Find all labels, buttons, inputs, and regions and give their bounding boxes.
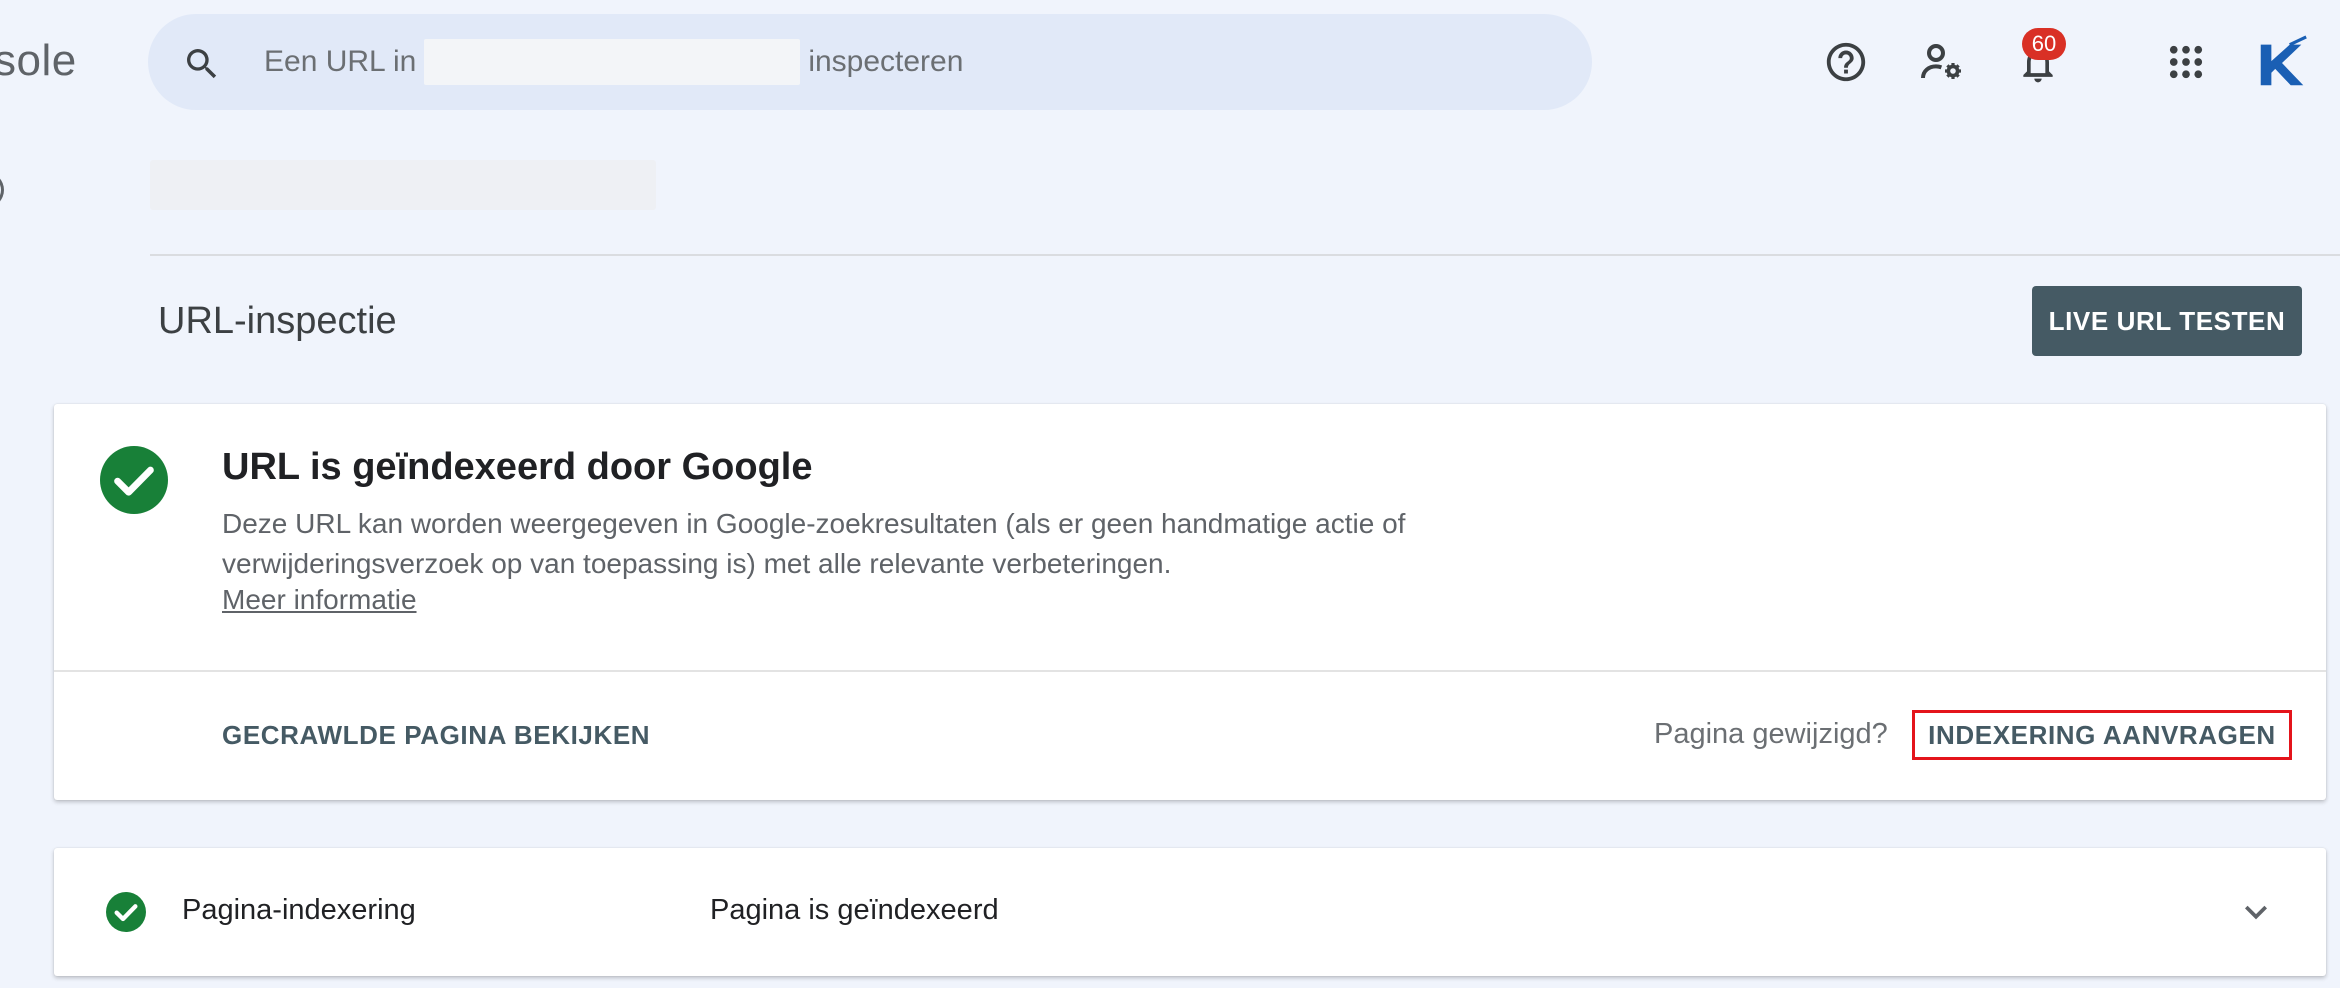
live-url-test-button[interactable]: LIVE URL TESTEN	[2032, 286, 2302, 356]
brand-title-fragment: sole	[0, 36, 77, 85]
page-title: URL-inspectie	[158, 300, 397, 342]
notification-count-badge: 60	[2022, 28, 2066, 60]
index-status-title: URL is geïndexeerd door Google	[222, 446, 813, 488]
view-crawled-page-button[interactable]: GECRAWLDE PAGINA BEKIJKEN	[222, 720, 650, 751]
check-circle-icon	[100, 446, 168, 514]
index-status-description: Deze URL kan worden weergegeven in Googl…	[222, 508, 1406, 579]
card-divider	[54, 670, 2326, 672]
page-indexing-row[interactable]: Pagina-indexering Pagina is geïndexeerd	[54, 848, 2326, 976]
header-divider	[150, 254, 2340, 256]
sidebar-toggle-fragment[interactable]	[0, 172, 4, 208]
url-inspect-search-bar[interactable]: Een URL in inspecteren	[148, 14, 1592, 110]
check-circle-icon	[106, 892, 146, 932]
search-input[interactable]: Een URL in inspecteren	[264, 14, 963, 110]
search-icon[interactable]	[182, 44, 222, 84]
more-info-link[interactable]: Meer informatie	[222, 584, 417, 616]
page-indexing-label: Pagina-indexering	[182, 894, 416, 926]
property-redacted-block	[424, 39, 801, 85]
page-changed-label: Pagina gewijzigd?	[1654, 718, 1888, 750]
help-button[interactable]	[1816, 32, 1876, 92]
apps-grid-icon	[2169, 45, 2203, 79]
google-apps-button[interactable]	[2156, 32, 2216, 92]
app-root: sole Een URL in inspecteren 60 URL-inspe…	[0, 0, 2340, 988]
search-console-settings-button[interactable]	[1912, 32, 1972, 92]
search-placeholder-prefix: Een URL in	[264, 45, 417, 78]
k-logo-icon	[2260, 35, 2307, 86]
request-indexing-button[interactable]: INDEXERING AANVRAGEN	[1912, 710, 2292, 760]
help-icon	[1826, 42, 1866, 82]
search-placeholder-suffix: inspecteren	[808, 45, 964, 78]
account-avatar[interactable]	[2252, 34, 2312, 94]
chevron-down-icon[interactable]	[2234, 890, 2278, 934]
index-status-card: URL is geïndexeerd door Google Deze URL …	[54, 404, 2326, 800]
page-indexing-value: Pagina is geïndexeerd	[710, 894, 999, 926]
admin-settings-icon	[1921, 44, 1961, 79]
property-selector-redacted[interactable]	[150, 160, 656, 210]
